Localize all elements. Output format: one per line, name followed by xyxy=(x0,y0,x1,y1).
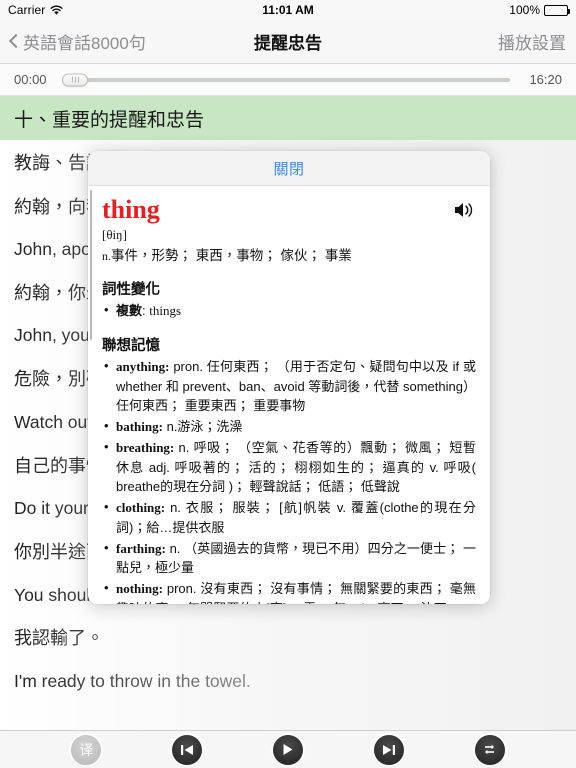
skip-next-icon xyxy=(382,744,396,756)
playback-toolbar: 译 xyxy=(0,730,576,768)
seek-slider[interactable] xyxy=(62,73,510,86)
status-clock: 11:01 AM xyxy=(262,3,314,17)
inflection-value: things xyxy=(149,303,182,319)
association-definition: pron. 任何東西； （用于否定句、疑問句中以及 if 或 whether 和… xyxy=(116,358,476,414)
association-definition: n.游泳；洗澡 xyxy=(166,419,243,435)
skip-previous-icon xyxy=(180,744,194,756)
carrier-label: Carrier xyxy=(8,3,46,17)
phonetic-transcription: [θiŋ] xyxy=(102,226,127,242)
list-item[interactable]: 我認輸了。 xyxy=(14,627,562,650)
playback-settings-button[interactable]: 播放設置 xyxy=(498,29,566,54)
thumb-grip-line xyxy=(71,76,73,83)
association-word: bathing: xyxy=(116,419,163,435)
status-right: 100% xyxy=(509,3,570,17)
list-item[interactable]: bathing: n.游泳；洗澡 xyxy=(102,416,476,437)
association-definition: n. （英國過去的貨幣，現已不用）四分之一便士； 一點兒，極少量 xyxy=(116,540,476,576)
popup-header: 關閉 xyxy=(88,151,490,186)
elapsed-time-label: 00:00 xyxy=(14,72,47,87)
app-root: Carrier 11:01 AM 100% 英語會話8000句 提醒忠告 播放設… xyxy=(0,0,576,768)
translate-button[interactable]: 译 xyxy=(71,734,102,765)
inflection-label: 複數 xyxy=(116,303,143,319)
speaker-icon[interactable] xyxy=(454,201,476,219)
battery-icon xyxy=(544,4,570,16)
player-seek-bar: 00:00 16:20 xyxy=(0,64,576,96)
wifi-icon xyxy=(50,5,63,16)
association-definition: n. 衣服； 服裝； [航]帆裝 v. 覆蓋(clothe的現在分詞)；給…提供… xyxy=(116,500,476,535)
play-icon xyxy=(281,743,294,756)
list-item[interactable]: farthing: n. （英國過去的貨幣，現已不用）四分之一便士； 一點兒，極… xyxy=(102,538,476,579)
popup-body[interactable]: thing [θiŋ] n.事件，形勢； 東西，事物； 傢伙； 事業 詞性變化 … xyxy=(88,186,490,604)
list-item: 複數: things xyxy=(102,300,476,321)
association-word: farthing: xyxy=(116,540,166,556)
nav-bar: 英語會話8000句 提醒忠告 播放設置 xyxy=(0,20,576,64)
close-button[interactable]: 關閉 xyxy=(273,158,304,179)
scrollbar[interactable] xyxy=(90,190,92,340)
back-button-label: 英語會話8000句 xyxy=(23,34,146,53)
list-item[interactable]: nothing: pron. 沒有東西； 沒有事情； 無關緊要的東西； 毫無趣味… xyxy=(102,578,476,604)
status-bar: Carrier 11:01 AM 100% xyxy=(0,0,576,20)
association-section-title: 聯想記憶 xyxy=(102,337,160,354)
battery-percent-label: 100% xyxy=(509,3,540,17)
inflection-section-title: 詞性變化 xyxy=(102,282,160,299)
chevron-left-icon xyxy=(10,34,19,50)
primary-sense: n.事件，形勢； 東西，事物； 傢伙； 事業 xyxy=(102,246,476,266)
entry-header: thing xyxy=(102,195,476,225)
next-button[interactable] xyxy=(373,734,404,765)
back-button[interactable]: 英語會話8000句 xyxy=(10,29,146,54)
headword: thing xyxy=(102,195,160,224)
list-item[interactable]: I'm ready to throw in the towel. xyxy=(14,671,562,693)
association-word: anything: xyxy=(116,358,170,374)
play-button[interactable] xyxy=(272,734,303,765)
association-list: anything: pron. 任何東西； （用于否定句、疑問句中以及 if 或… xyxy=(102,356,476,604)
association-word: breathing: xyxy=(116,439,175,455)
dictionary-popup: 關閉 thing [θiŋ] n.事件，形勢； 東西，事物； 傢伙； 事業 詞性… xyxy=(88,151,490,604)
sense-text: 事件，形勢； 東西，事物； 傢伙； 事業 xyxy=(111,247,352,263)
duration-label: 16:20 xyxy=(529,72,562,87)
repeat-icon xyxy=(482,743,497,756)
part-of-speech: n. xyxy=(102,248,111,263)
list-item[interactable]: clothing: n. 衣服； 服裝； [航]帆裝 v. 覆蓋(clothe的… xyxy=(102,497,476,538)
thumb-grip-line xyxy=(77,76,79,83)
list-item[interactable]: anything: pron. 任何東西； （用于否定句、疑問句中以及 if 或… xyxy=(102,356,476,416)
previous-button[interactable] xyxy=(172,734,203,765)
status-left: Carrier xyxy=(8,3,63,17)
inflection-list: 複數: things xyxy=(102,300,476,321)
translate-icon: 译 xyxy=(79,741,94,758)
association-word: nothing: xyxy=(116,581,163,597)
association-word: clothing: xyxy=(116,500,166,516)
section-header: 十、重要的提醒和忠告 xyxy=(0,96,576,140)
thumb-grip-line xyxy=(74,76,76,83)
list-item[interactable]: breathing: n. 呼吸； （空氣、花香等的）飄動； 微風； 短暫休息 … xyxy=(102,437,476,497)
association-definition: pron. 沒有東西； 沒有事情； 無關緊要的東西； 毫無趣味的事 n. 無關緊… xyxy=(116,581,476,604)
repeat-button[interactable] xyxy=(474,734,505,765)
seek-thumb[interactable] xyxy=(62,73,88,86)
